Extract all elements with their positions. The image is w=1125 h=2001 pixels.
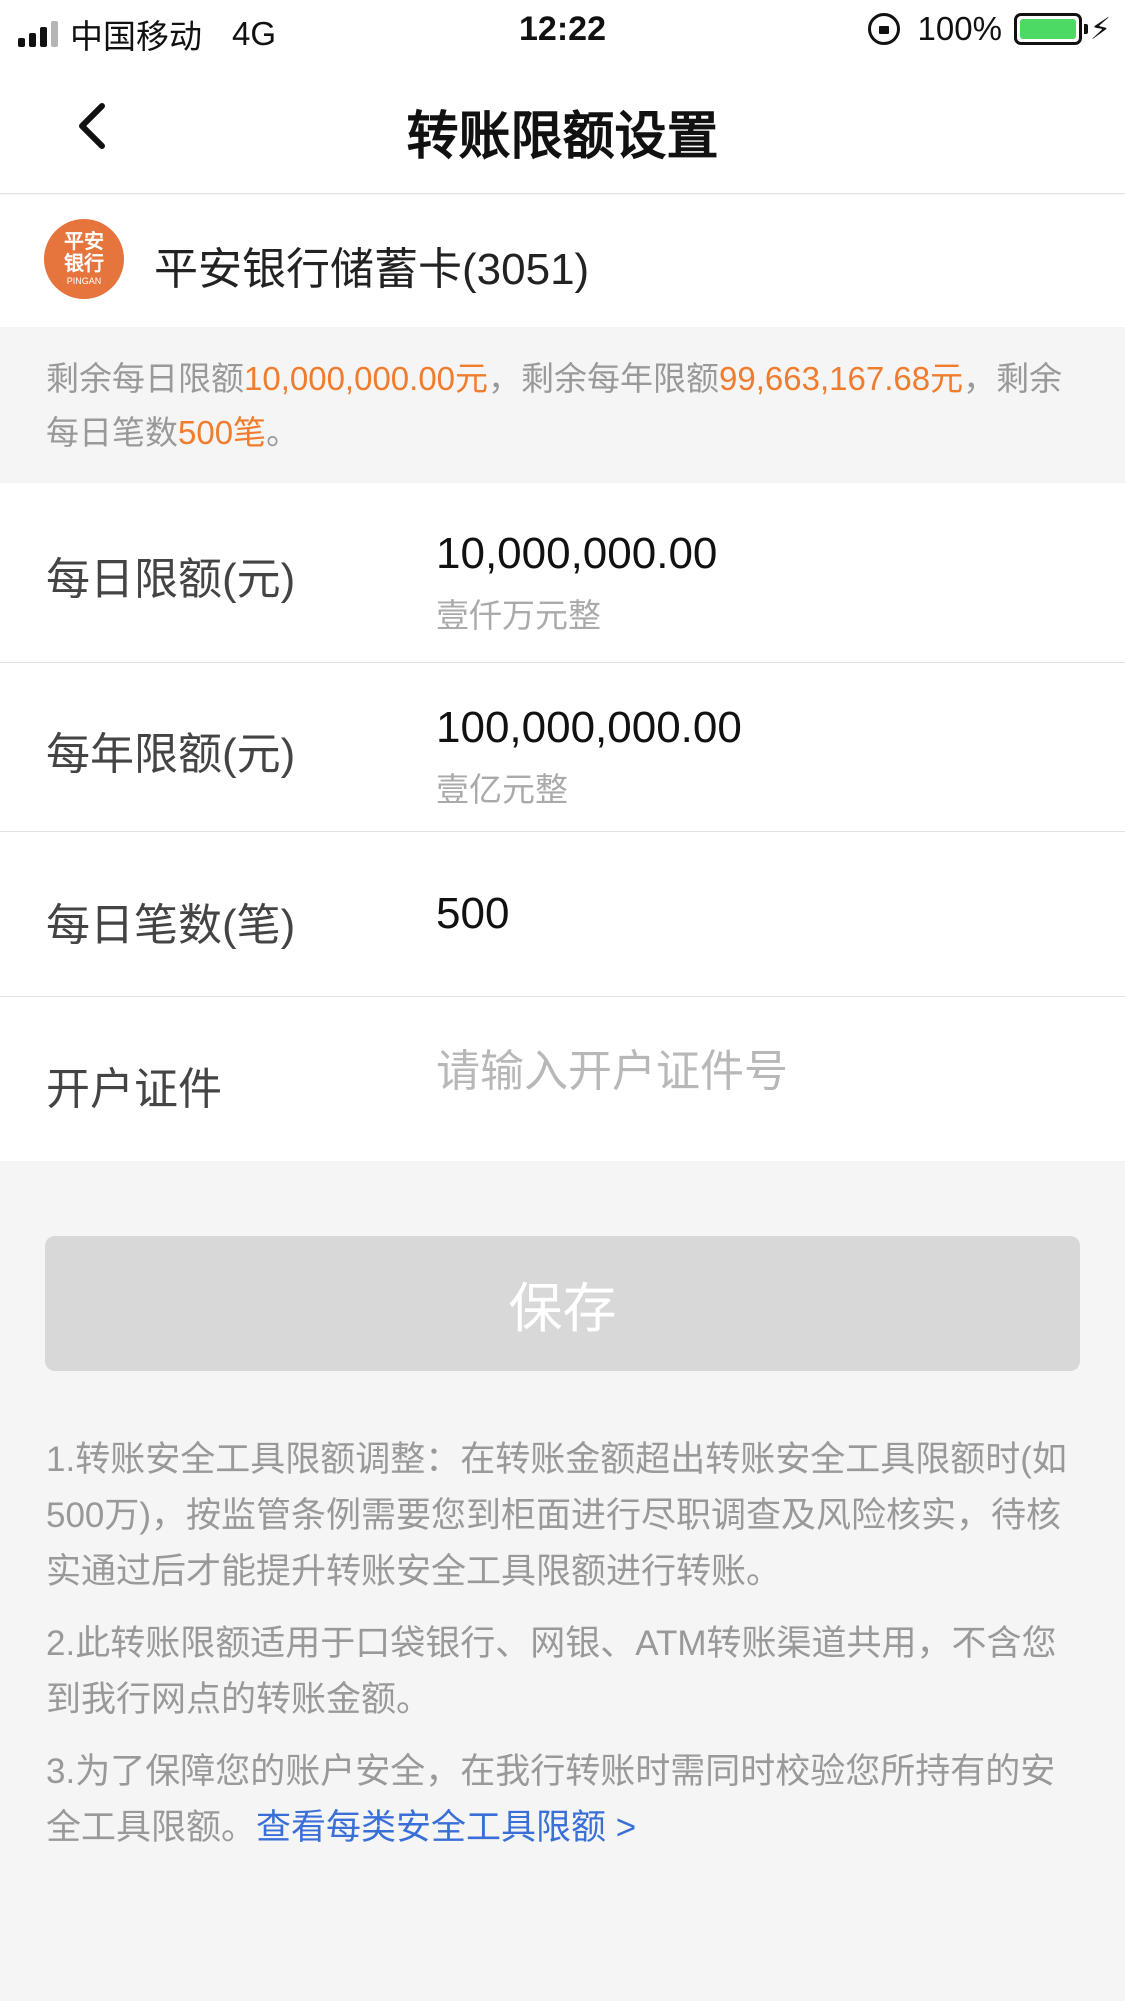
save-button[interactable]: 保存 <box>45 1236 1080 1371</box>
bank-card-row: 平安 银行 PINGAN 平安银行储蓄卡(3051) <box>0 195 1125 327</box>
yearly-limit-value[interactable]: 100,000,000.00 <box>436 703 742 753</box>
daily-count-value[interactable]: 500 <box>436 889 509 939</box>
id-document-input[interactable] <box>436 1037 1076 1107</box>
remaining-text: 。 <box>266 414 300 451</box>
view-security-tool-limits-link[interactable]: 查看每类安全工具限额 > <box>256 1808 636 1847</box>
battery-percent: 100% <box>917 10 1002 47</box>
card-name: 平安银行储蓄卡(3051) <box>154 245 590 294</box>
bank-logo: 平安 银行 PINGAN <box>44 219 124 299</box>
limit-form: 每日限额(元) 10,000,000.00 壹仟万元整 每年限额(元) 100,… <box>0 483 1125 1161</box>
bank-logo-text: 银行 <box>64 253 104 275</box>
page-title: 转账限额设置 <box>406 108 719 166</box>
remaining-daily-amount: 10,000,000.00元 <box>244 360 489 397</box>
notes-section: 1.转账安全工具限额调整：在转账金额超出转账安全工具限额时(如500万)，按监管… <box>46 1432 1086 1872</box>
daily-limit-chinese: 壹仟万元整 <box>436 597 601 634</box>
daily-limit-row[interactable]: 每日限额(元) 10,000,000.00 壹仟万元整 <box>0 483 1125 663</box>
nav-bar: 转账限额设置 <box>0 62 1125 194</box>
remaining-daily-count: 500笔 <box>178 414 267 451</box>
orientation-lock-icon <box>867 13 900 45</box>
status-right: 100% ⚡ <box>867 10 1111 48</box>
note-item: 3.为了保障您的账户安全，在我行转账时需同时校验您所持有的安全工具限额。查看每类… <box>46 1744 1086 1856</box>
remaining-limits-info: 剩余每日限额10,000,000.00元，剩余每年限额99,663,167.68… <box>0 327 1125 483</box>
yearly-limit-chinese: 壹亿元整 <box>436 771 568 808</box>
note-item: 1.转账安全工具限额调整：在转账金额超出转账安全工具限额时(如500万)，按监管… <box>46 1440 1067 1591</box>
remaining-text: 剩余每日限额 <box>46 360 244 397</box>
daily-count-label: 每日笔数(笔) <box>46 901 296 950</box>
daily-limit-value[interactable]: 10,000,000.00 <box>436 529 717 579</box>
charging-bolt-icon: ⚡ <box>1089 12 1111 46</box>
daily-count-row[interactable]: 每日笔数(笔) 500 <box>0 832 1125 997</box>
yearly-limit-row[interactable]: 每年限额(元) 100,000,000.00 壹亿元整 <box>0 663 1125 832</box>
bank-logo-text: 平安 <box>64 231 104 253</box>
yearly-limit-label: 每年限额(元) <box>46 730 296 779</box>
daily-limit-label: 每日限额(元) <box>46 555 296 604</box>
id-document-label: 开户证件 <box>46 1065 222 1114</box>
battery-icon <box>1013 13 1088 45</box>
bank-logo-subtext: PINGAN <box>66 276 102 286</box>
id-document-row: 开户证件 <box>0 997 1125 1161</box>
status-bar: 中国移动 4G 12:22 100% ⚡ <box>0 0 1125 62</box>
remaining-yearly-amount: 99,663,167.68元 <box>719 360 964 397</box>
note-item: 2.此转账限额适用于口袋银行、网银、ATM转账渠道共用，不含您到我行网点的转账金… <box>46 1624 1057 1719</box>
remaining-text: ，剩余每年限额 <box>488 360 720 397</box>
